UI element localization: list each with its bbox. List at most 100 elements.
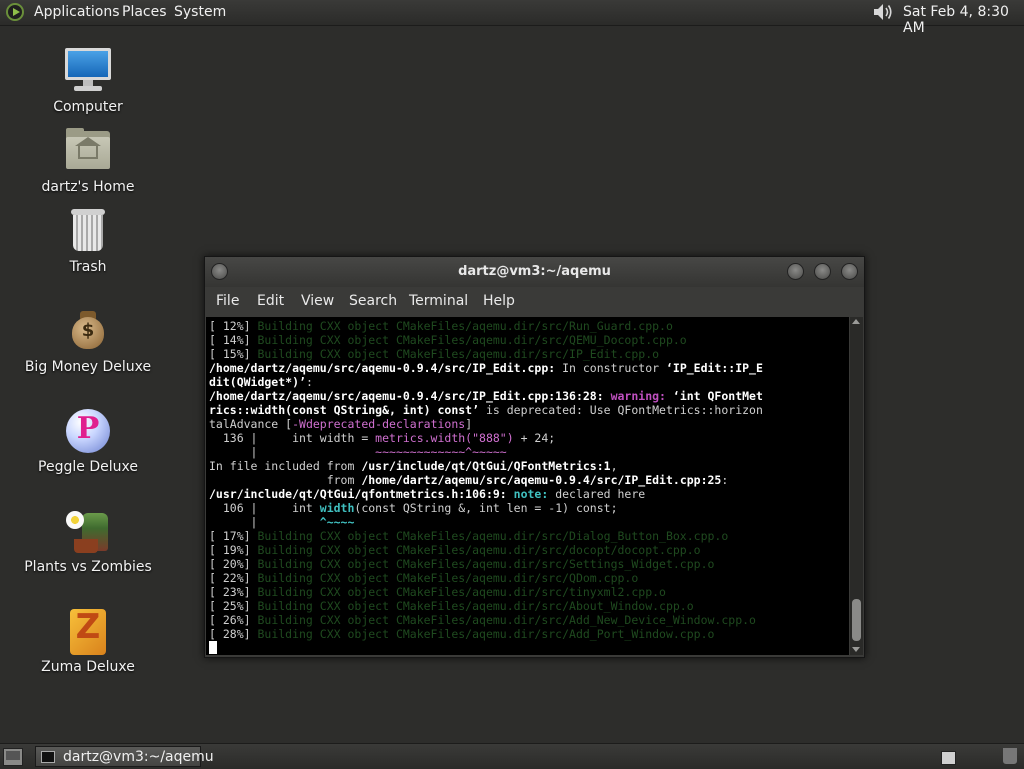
- terminal-text: -Wdeprecated-declarations: [292, 417, 466, 431]
- terminal-text: /home/dartz/aqemu/src/aqemu-0.9.4/src/IP…: [209, 389, 604, 403]
- show-desktop-icon[interactable]: [3, 748, 23, 766]
- terminal-text: rics::width(const QString&, int) const’: [209, 403, 480, 417]
- desktop-icon-label: Zuma Deluxe: [41, 659, 135, 675]
- terminal-text: [ 19%]: [209, 543, 258, 557]
- home-folder-icon: [62, 125, 114, 177]
- terminal-text: metrics.width("888"): [375, 431, 514, 445]
- terminal-line: [ 15%] Building CXX object CMakeFiles/aq…: [209, 347, 849, 361]
- places-menu[interactable]: Places: [122, 4, 167, 20]
- trash-icon: [62, 205, 114, 257]
- peggle-icon: P: [62, 405, 114, 457]
- terminal-text: warning:: [603, 389, 666, 403]
- trash-applet-icon[interactable]: [1003, 748, 1017, 764]
- terminal-text: + 24;: [513, 431, 556, 445]
- terminal-line: [ 17%] Building CXX object CMakeFiles/aq…: [209, 529, 849, 543]
- computer-icon: [62, 45, 114, 97]
- terminal-text: /home/dartz/aqemu/src/aqemu-0.9.4/src/IP…: [361, 473, 722, 487]
- terminal-scrollbar[interactable]: [850, 317, 863, 655]
- terminal-text: Building CXX object CMakeFiles/aqemu.dir…: [257, 585, 666, 599]
- terminal-text: [ 25%]: [209, 599, 258, 613]
- terminal-output[interactable]: [ 12%] Building CXX object CMakeFiles/aq…: [206, 317, 849, 655]
- terminal-text: width: [319, 501, 355, 515]
- desktop-icon-label: Computer: [53, 99, 123, 115]
- terminal-text: ~~~~~~~~~~~~~^~~~~~: [375, 445, 507, 459]
- window-menu-button[interactable]: [211, 263, 228, 280]
- taskbar-item-terminal[interactable]: dartz@vm3:~/aqemu: [35, 746, 214, 767]
- minimize-button[interactable]: [787, 263, 804, 280]
- volume-icon[interactable]: [872, 2, 894, 22]
- terminal-text: /usr/include/qt/QtGui/QFontMetrics:1: [361, 459, 611, 473]
- terminal-text: [ 15%]: [209, 347, 258, 361]
- menu-view[interactable]: View: [301, 293, 334, 309]
- zuma-icon: Z: [62, 605, 114, 657]
- terminal-text: declared here: [548, 487, 646, 501]
- desktop-icon-label: Peggle Deluxe: [38, 459, 138, 475]
- terminal-text: [ 26%]: [209, 613, 258, 627]
- terminal-text: Building CXX object CMakeFiles/aqemu.dir…: [257, 333, 687, 347]
- menu-help[interactable]: Help: [483, 293, 515, 309]
- terminal-text: /usr/include/qt/QtGui/qfontmetrics.h:106…: [209, 487, 507, 501]
- plants-vs-zombies-icon: [62, 505, 114, 557]
- menu-terminal[interactable]: Terminal: [409, 293, 468, 309]
- clock[interactable]: Sat Feb 4, 8:30 AM: [903, 4, 1024, 36]
- system-menu[interactable]: System: [174, 4, 226, 20]
- terminal-titlebar[interactable]: dartz@vm3:~/aqemu: [205, 257, 864, 287]
- terminal-line: | ^~~~~: [209, 515, 849, 529]
- money-bag-icon: $: [62, 305, 114, 357]
- terminal-line: [ 26%] Building CXX object CMakeFiles/aq…: [209, 613, 849, 627]
- window-title: dartz@vm3:~/aqemu: [458, 264, 611, 279]
- terminal-text: /home/dartz/aqemu/src/aqemu-0.9.4/src/IP…: [209, 361, 556, 375]
- scroll-up-arrow-icon[interactable]: [852, 319, 860, 324]
- terminal-text: |: [209, 515, 320, 529]
- scroll-down-arrow-icon[interactable]: [852, 647, 860, 652]
- terminal-window[interactable]: dartz@vm3:~/aqemu File Edit View Search …: [204, 256, 865, 658]
- terminal-text: In constructor: [555, 361, 666, 375]
- scrollbar-thumb[interactable]: [852, 599, 861, 641]
- terminal-text: Building CXX object CMakeFiles/aqemu.dir…: [257, 543, 701, 557]
- terminal-text: (const QString &, int len = -1) const;: [354, 501, 618, 515]
- desktop-icon-label: Big Money Deluxe: [24, 359, 152, 375]
- menu-edit[interactable]: Edit: [257, 293, 284, 309]
- terminal-text: ]: [465, 417, 473, 431]
- terminal-text: ,: [610, 459, 618, 473]
- terminal-line: [ 19%] Building CXX object CMakeFiles/aq…: [209, 543, 849, 557]
- desktop-icon-label: Plants vs Zombies: [24, 559, 152, 575]
- terminal-text: talAdvance [: [209, 417, 293, 431]
- terminal-text: dit(QWidget*)’: [209, 375, 306, 389]
- terminal-line: rics::width(const QString&, int) const’ …: [209, 403, 849, 417]
- terminal-line: 106 | int width(const QString &, int len…: [209, 501, 849, 515]
- bottom-panel: dartz@vm3:~/aqemu: [0, 743, 1024, 769]
- menu-search[interactable]: Search: [349, 293, 397, 309]
- terminal-line: /home/dartz/aqemu/src/aqemu-0.9.4/src/IP…: [209, 389, 849, 403]
- terminal-text: 106 | int: [209, 501, 320, 515]
- desktop-icon-trash[interactable]: Trash: [8, 205, 168, 275]
- terminal-text: [ 20%]: [209, 557, 258, 571]
- desktop-icon-zuma-deluxe[interactable]: Z Zuma Deluxe: [8, 605, 168, 675]
- close-button[interactable]: [841, 263, 858, 280]
- distro-logo-icon[interactable]: [6, 3, 24, 21]
- desktop-icon-peggle-deluxe[interactable]: P Peggle Deluxe: [8, 405, 168, 475]
- terminal-text: Building CXX object CMakeFiles/aqemu.dir…: [257, 319, 673, 333]
- applications-menu[interactable]: Applications: [34, 4, 120, 20]
- terminal-text: Building CXX object CMakeFiles/aqemu.dir…: [257, 613, 756, 627]
- terminal-text: [ 22%]: [209, 571, 258, 585]
- terminal-text: [ 23%]: [209, 585, 258, 599]
- terminal-line: /usr/include/qt/QtGui/qfontmetrics.h:106…: [209, 487, 849, 501]
- terminal-line: 136 | int width = metrics.width("888") +…: [209, 431, 849, 445]
- terminal-text: is deprecated: Use QFontMetrics::horizon: [479, 403, 763, 417]
- workspace-switcher[interactable]: [941, 751, 956, 765]
- terminal-line: /home/dartz/aqemu/src/aqemu-0.9.4/src/IP…: [209, 361, 849, 375]
- desktop-icon-big-money-deluxe[interactable]: $ Big Money Deluxe: [8, 305, 168, 375]
- maximize-button[interactable]: [814, 263, 831, 280]
- menu-file[interactable]: File: [216, 293, 239, 309]
- terminal-text: Building CXX object CMakeFiles/aqemu.dir…: [257, 571, 639, 585]
- desktop-icon-plants-vs-zombies[interactable]: Plants vs Zombies: [8, 505, 168, 575]
- desktop-icon-home[interactable]: dartz's Home: [8, 125, 168, 195]
- terminal-text: In file included from: [209, 459, 362, 473]
- terminal-text: :: [721, 473, 729, 487]
- terminal-line: | ~~~~~~~~~~~~~^~~~~~: [209, 445, 849, 459]
- desktop-icon-computer[interactable]: Computer: [8, 45, 168, 115]
- terminal-text: ‘int QFontMet: [665, 389, 763, 403]
- terminal-line: dit(QWidget*)’:: [209, 375, 849, 389]
- terminal-text: Building CXX object CMakeFiles/aqemu.dir…: [257, 599, 694, 613]
